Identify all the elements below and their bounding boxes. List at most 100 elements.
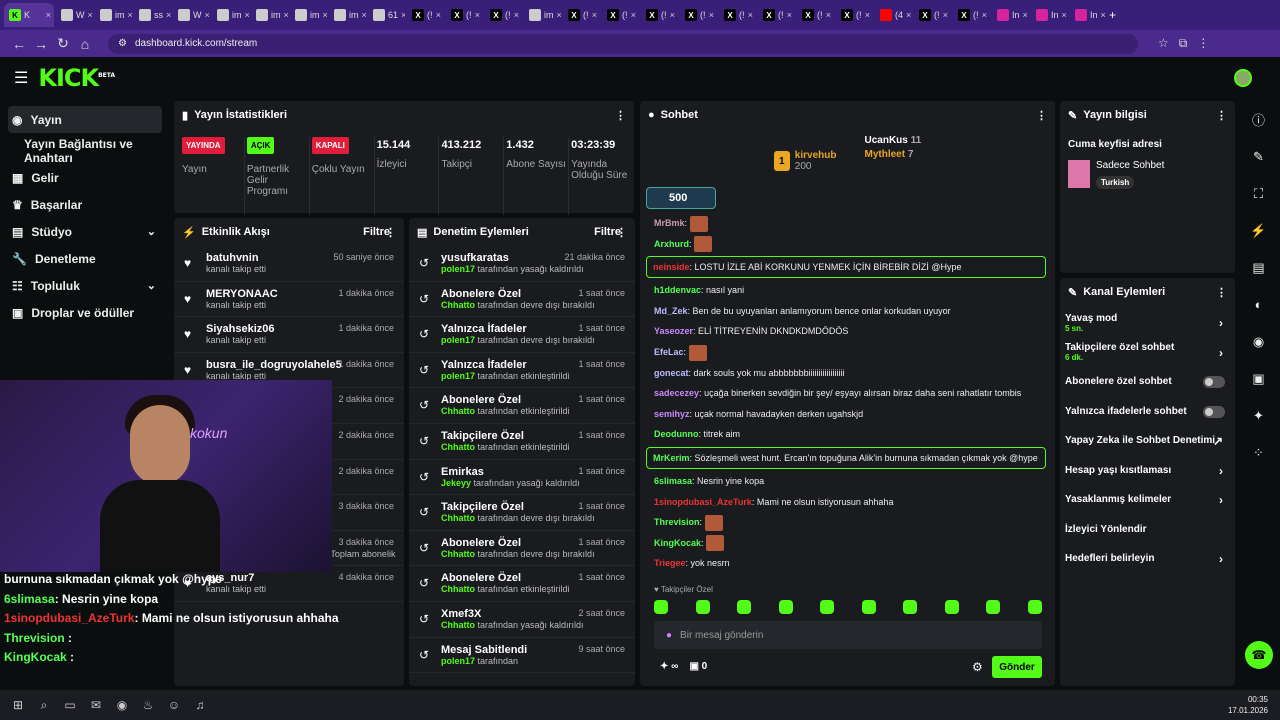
browser-tab[interactable]: im × (329, 3, 366, 27)
close-icon[interactable]: × (475, 10, 480, 20)
browser-tab[interactable]: X (! × (446, 3, 483, 27)
chat-username[interactable]: gonecat (654, 368, 689, 378)
clock[interactable]: 00:35 17.01.2026 (1228, 694, 1268, 716)
moderator-name[interactable]: polen17 (441, 335, 475, 345)
spotify-icon[interactable]: ♫ (190, 695, 210, 715)
lightning-icon[interactable]: ⚡ (1240, 212, 1277, 249)
chat-username[interactable]: 6slimasa (654, 476, 692, 486)
close-icon[interactable]: × (128, 10, 133, 20)
close-icon[interactable]: × (46, 10, 51, 20)
emote-icon[interactable] (820, 600, 835, 614)
points[interactable]: ✦ ∞ ▣ 0 (660, 661, 707, 672)
close-icon[interactable]: × (906, 10, 911, 20)
chat-username[interactable]: semihyz (654, 409, 690, 419)
browser-tab[interactable]: im × (290, 3, 327, 27)
close-icon[interactable]: × (514, 10, 519, 20)
channel-action[interactable]: Takipçilere özel sohbet 6 dk. › (1060, 338, 1235, 368)
browser-tab[interactable]: W × (56, 3, 93, 27)
browser-tab[interactable]: X (! × (797, 3, 834, 27)
chat-message[interactable]: h1ddenvac: nasıl yani (646, 280, 1046, 301)
chat-username[interactable]: MrBmk (654, 218, 685, 228)
channel-action[interactable]: Abonelere özel sohbet (1060, 367, 1235, 397)
url-input[interactable]: ⚙ dashboard.kick.com/stream (108, 33, 1138, 54)
browser-tab[interactable]: X (! × (953, 3, 990, 27)
close-icon[interactable]: × (592, 10, 597, 20)
menu-icon[interactable]: ⋮ (1197, 36, 1209, 51)
chat-username[interactable]: Deodunno (654, 429, 699, 439)
leader-name[interactable]: kirvehub (795, 150, 837, 161)
more-icon[interactable]: ⋮ (1216, 109, 1227, 122)
emote-icon[interactable] (986, 600, 1001, 614)
moderation-row[interactable]: ↺ Abonelere Özel Chhatto tarafından etkinl… (409, 566, 635, 602)
chat-message[interactable]: Triegee: yok nesrn (646, 553, 1046, 574)
close-icon[interactable]: × (401, 10, 405, 20)
browser-tab[interactable]: X (! × (602, 3, 639, 27)
activity-row[interactable]: ♥ MERYONAAC kanalı takip etti 1 dakika önce (174, 282, 404, 318)
moderation-row[interactable]: ↺ Xmef3X Chhatto tarafından yasağı kaldırı… (409, 602, 635, 638)
site-info-icon[interactable]: ⚙ (118, 38, 127, 49)
chat-username[interactable]: Threvision (654, 517, 700, 527)
browser-tab[interactable]: im × (212, 3, 249, 27)
channel-action[interactable]: Hedefleri belirleyin › (1060, 544, 1235, 574)
chevron-right-icon[interactable]: › (1219, 552, 1223, 566)
browser-tab[interactable]: X (! × (407, 3, 444, 27)
chat-message[interactable]: KingKocak: (646, 533, 1046, 554)
moderation-row[interactable]: ↺ Emirkas Jekeyy tarafından yasağı kaldırı… (409, 460, 635, 496)
close-icon[interactable]: × (88, 10, 93, 20)
folder-icon[interactable]: ▭ (60, 695, 80, 715)
tag-badge[interactable]: Turkish (1096, 176, 1135, 189)
close-icon[interactable]: × (709, 10, 714, 20)
emote-icon[interactable] (737, 600, 752, 614)
browser-tab[interactable]: X (! × (836, 3, 873, 27)
moderator-name[interactable]: polen17 (441, 371, 475, 381)
close-icon[interactable]: × (748, 10, 753, 20)
browser-tab[interactable]: In × (1031, 3, 1068, 27)
moderator-name[interactable]: Chhatto (441, 442, 475, 452)
windows-start-icon[interactable]: ⊞ (8, 695, 28, 715)
browser-tab[interactable]: im × (524, 3, 561, 27)
browser-tab[interactable]: X (! × (641, 3, 678, 27)
moderation-row[interactable]: ↺ Mesaj Sabitlendi polen17 tarafından 9 saa… (409, 638, 635, 674)
more-icon[interactable]: ⁘ (1240, 434, 1277, 471)
close-icon[interactable]: × (1101, 10, 1106, 20)
moderation-row[interactable]: ↺ Takipçilere Özel Chhatto tarafından devr… (409, 495, 635, 531)
wrench-icon[interactable]: ✦ (1240, 397, 1277, 434)
chat-username[interactable]: 1sinopdubasi_AzeTurk (654, 497, 752, 507)
channel-action[interactable]: Hesap yaşı kısıtlaması › (1060, 456, 1235, 486)
second-leader[interactable]: UcanKus 11 (864, 135, 921, 146)
chat-username[interactable]: Arxhurd (654, 239, 689, 249)
browser-tab[interactable]: ss × (134, 3, 171, 27)
sidebar-item-7[interactable]: ▣ Droplar ve ödüller (0, 299, 170, 326)
chat-message[interactable]: Threvision: (646, 512, 1046, 533)
moderator-name[interactable]: Chhatto (441, 620, 475, 630)
moderation-row[interactable]: ↺ Abonelere Özel Chhatto tarafından etkinl… (409, 388, 635, 424)
sidebar-item-0[interactable]: ◉ Yayın (8, 106, 162, 133)
chat-input[interactable]: ● Bir mesaj gönderin (654, 621, 1042, 649)
mic-icon[interactable]: ● (666, 630, 672, 641)
chat-message[interactable]: Yaseozer: ELİ TİTREYENİN DKNDKDMDÖDÖS (646, 321, 1046, 342)
browser-tab[interactable]: 61 × (368, 3, 405, 27)
browser-tab[interactable]: X (! × (485, 3, 522, 27)
chat-message[interactable]: MrKerim: Sözleşmeli west hunt. Ercan'ın … (646, 446, 1046, 469)
back-icon[interactable]: ← (8, 36, 30, 52)
chat-message[interactable]: Deodunno: titrek aim (646, 424, 1046, 445)
discord-icon[interactable]: ☺ (164, 695, 184, 715)
close-icon[interactable]: × (557, 10, 562, 20)
browser-tab[interactable]: W × (173, 3, 210, 27)
chat-message[interactable]: semihyz: uçak normal havadayken derken u… (646, 404, 1046, 425)
more-icon[interactable]: ⋮ (1036, 109, 1047, 122)
browser-tab[interactable]: K K × (4, 3, 54, 27)
close-icon[interactable]: × (865, 10, 870, 20)
close-icon[interactable]: × (670, 10, 675, 20)
chat-username[interactable]: KingKocak (654, 538, 701, 548)
moderator-name[interactable]: Jekeyy (441, 478, 471, 488)
activity-row[interactable]: ♥ batuhvnin kanalı takip etti 50 saniye önc… (174, 246, 404, 282)
star-icon[interactable]: ☆ (1158, 36, 1169, 51)
moderator-name[interactable]: polen17 (441, 656, 475, 666)
chat-message[interactable]: Arxhurd: (646, 234, 1046, 255)
chat-username[interactable]: MrKerim (653, 453, 690, 463)
toggle-switch[interactable] (1203, 405, 1225, 418)
reload-icon[interactable]: ↻ (52, 35, 74, 52)
sidebar-item-3[interactable]: ♛ Başarılar (0, 191, 170, 218)
chat-message[interactable]: gonecat: dark souls yok mu abbbbbbbiiiii… (646, 363, 1046, 384)
